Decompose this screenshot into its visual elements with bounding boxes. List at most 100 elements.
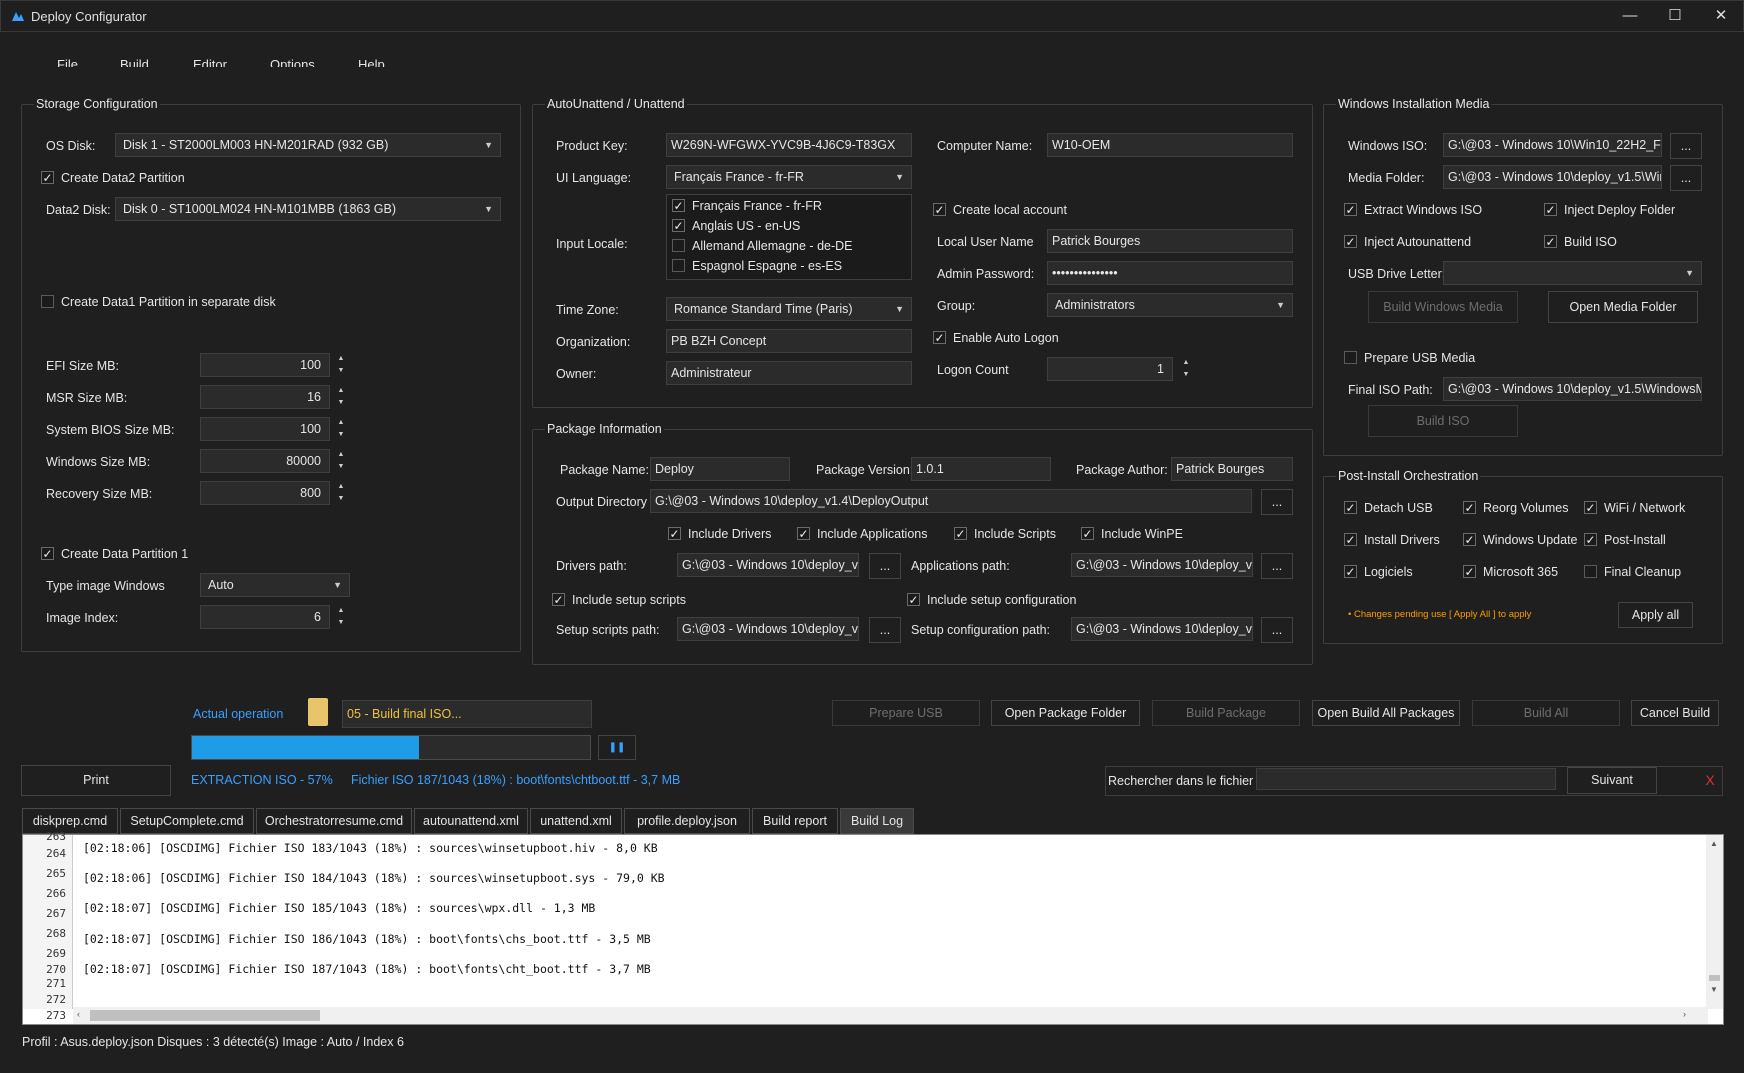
post-logiciels-checkbox[interactable]: ✓ Logiciels xyxy=(1344,565,1413,579)
build-iso-checkbox[interactable]: ✓ Build ISO xyxy=(1544,235,1617,249)
vertical-scroll-thumb[interactable] xyxy=(1709,975,1720,981)
windows-iso-browse-button[interactable]: ... xyxy=(1670,133,1702,159)
create-data1-sep-checkbox[interactable]: Create Data1 Partition in separate disk xyxy=(41,295,276,309)
applications-path-input[interactable]: G:\@03 - Windows 10\deploy_v1.4\Applicat… xyxy=(1071,553,1253,577)
data2-disk-select[interactable]: Disk 0 - ST1000LM024 HN-M101MBB (1863 GB… xyxy=(115,197,501,221)
media-folder-input[interactable]: G:\@03 - Windows 10\deploy_v1.5\WindowsM… xyxy=(1443,165,1662,189)
horizontal-scrollbar[interactable]: ‹ › xyxy=(73,1007,1708,1024)
image-index-input[interactable]: 6 xyxy=(200,605,330,629)
tab-profile[interactable]: profile.deploy.json xyxy=(624,808,750,834)
inject-deploy-checkbox[interactable]: ✓ Inject Deploy Folder xyxy=(1544,203,1675,217)
group-select[interactable]: Administrators ▼ xyxy=(1047,293,1293,317)
horizontal-scroll-thumb[interactable] xyxy=(90,1010,320,1021)
tab-autounattend[interactable]: autounattend.xml xyxy=(414,808,528,834)
prepare-usb-checkbox[interactable]: Prepare USB Media xyxy=(1344,351,1475,365)
include-apps-checkbox[interactable]: ✓ Include Applications xyxy=(797,527,928,541)
post-install-drivers-checkbox[interactable]: ✓ Install Drivers xyxy=(1344,533,1440,547)
tab-orchestratorresume[interactable]: Orchestratorresume.cmd xyxy=(256,808,412,834)
minimize-button[interactable]: — xyxy=(1607,1,1653,31)
setup-scripts-path-input[interactable]: G:\@03 - Windows 10\deploy_v1.4\Scripts xyxy=(677,617,859,641)
windows-size-spinner[interactable]: ▲ ▼ xyxy=(331,449,351,473)
tab-unattend[interactable]: unattend.xml xyxy=(530,808,622,834)
output-directory-browse-button[interactable]: ... xyxy=(1261,489,1293,515)
recovery-spinner[interactable]: ▲ ▼ xyxy=(331,481,351,505)
tab-diskprep[interactable]: diskprep.cmd xyxy=(22,808,118,834)
maximize-button[interactable]: ☐ xyxy=(1652,1,1698,31)
print-button[interactable]: Print xyxy=(21,765,171,796)
package-author-input[interactable]: Patrick Bourges xyxy=(1171,457,1293,481)
post-reorg-volumes-checkbox[interactable]: ✓ Reorg Volumes xyxy=(1463,501,1568,515)
locale-en-checkbox[interactable]: ✓ Anglais US - en-US xyxy=(672,219,800,233)
package-name-input[interactable]: Deploy xyxy=(650,457,790,481)
admin-password-input[interactable]: ••••••••••••••• xyxy=(1047,261,1293,285)
usb-drive-select[interactable]: ▼ xyxy=(1443,261,1702,285)
recovery-input[interactable]: 800 xyxy=(200,481,330,505)
apply-all-button[interactable]: Apply all xyxy=(1618,602,1693,628)
tab-build-log[interactable]: Build Log xyxy=(840,808,914,834)
bios-input[interactable]: 100 xyxy=(200,417,330,441)
msr-spinner[interactable]: ▲ ▼ xyxy=(331,385,351,409)
setup-config-path-input[interactable]: G:\@03 - Windows 10\deploy_v1.4\Config xyxy=(1071,617,1253,641)
extract-iso-checkbox[interactable]: ✓ Extract Windows ISO xyxy=(1344,203,1482,217)
efi-input[interactable]: 100 xyxy=(200,353,330,377)
inject-autounattend-checkbox[interactable]: ✓ Inject Autounattend xyxy=(1344,235,1471,249)
log-editor[interactable]: 263 264 265 266 267 268 269 270 271 272 … xyxy=(22,830,1724,1025)
bios-spinner[interactable]: ▲ ▼ xyxy=(331,417,351,441)
open-build-all-button[interactable]: Open Build All Packages xyxy=(1312,700,1460,726)
logon-count-spinner[interactable]: ▲ ▼ xyxy=(1176,357,1196,381)
image-index-spinner[interactable]: ▲ ▼ xyxy=(331,605,351,629)
open-media-folder-button[interactable]: Open Media Folder xyxy=(1548,291,1698,323)
build-iso-button[interactable]: Build ISO xyxy=(1368,405,1518,437)
cancel-build-button[interactable]: Cancel Build xyxy=(1631,700,1719,726)
locale-fr-checkbox[interactable]: ✓ Français France - fr-FR xyxy=(672,199,822,213)
build-package-button[interactable]: Build Package xyxy=(1152,700,1300,726)
tab-build-report[interactable]: Build report xyxy=(752,808,838,834)
build-all-button[interactable]: Build All xyxy=(1472,700,1620,726)
organization-input[interactable]: PB BZH Concept xyxy=(666,329,912,353)
type-image-select[interactable]: Auto ▼ xyxy=(200,573,350,597)
setup-config-browse-button[interactable]: ... xyxy=(1261,617,1293,643)
drivers-path-browse-button[interactable]: ... xyxy=(869,553,901,579)
post-windows-update-checkbox[interactable]: ✓ Windows Update xyxy=(1463,533,1578,547)
local-user-input[interactable]: Patrick Bourges xyxy=(1047,229,1293,253)
ui-language-select[interactable]: Français France - fr-FR ▼ xyxy=(666,165,912,189)
create-data2-checkbox[interactable]: ✓ Create Data2 Partition xyxy=(41,171,185,185)
include-setup-config-checkbox[interactable]: ✓ Include setup configuration xyxy=(907,593,1076,607)
include-winpe-checkbox[interactable]: ✓ Include WinPE xyxy=(1081,527,1183,541)
include-setup-scripts-checkbox[interactable]: ✓ Include setup scripts xyxy=(552,593,686,607)
applications-path-browse-button[interactable]: ... xyxy=(1261,553,1293,579)
include-drivers-checkbox[interactable]: ✓ Include Drivers xyxy=(668,527,771,541)
auto-logon-checkbox[interactable]: ✓ Enable Auto Logon xyxy=(933,331,1059,345)
product-key-input[interactable]: W269N-WFGWX-YVC9B-4J6C9-T83GX xyxy=(666,133,912,157)
drivers-path-input[interactable]: G:\@03 - Windows 10\deploy_v1.4\Drivers xyxy=(677,553,859,577)
tab-setupcomplete[interactable]: SetupComplete.cmd xyxy=(120,808,254,834)
locale-es-checkbox[interactable]: Espagnol Espagne - es-ES xyxy=(672,259,842,273)
close-button[interactable]: ✕ xyxy=(1698,1,1744,31)
vertical-scrollbar[interactable]: ▲ ▼ xyxy=(1706,835,1723,1009)
open-package-folder-button[interactable]: Open Package Folder xyxy=(991,700,1140,726)
next-button[interactable]: Suivant xyxy=(1567,767,1657,794)
logon-count-input[interactable]: 1 xyxy=(1047,357,1173,381)
media-folder-browse-button[interactable]: ... xyxy=(1670,165,1702,191)
owner-input[interactable]: Administrateur xyxy=(666,361,912,385)
os-disk-select[interactable]: Disk 1 - ST2000LM003 HN-M201RAD (932 GB)… xyxy=(115,133,501,157)
computer-name-input[interactable]: W10-OEM xyxy=(1047,133,1293,157)
output-directory-input[interactable]: G:\@03 - Windows 10\deploy_v1.4\DeployOu… xyxy=(650,489,1252,513)
windows-size-input[interactable]: 80000 xyxy=(200,449,330,473)
efi-spinner[interactable]: ▲ ▼ xyxy=(331,353,351,377)
include-scripts-checkbox[interactable]: ✓ Include Scripts xyxy=(954,527,1056,541)
post-m365-checkbox[interactable]: ✓ Microsoft 365 xyxy=(1463,565,1558,579)
package-version-input[interactable]: 1.0.1 xyxy=(911,457,1051,481)
post-final-cleanup-checkbox[interactable]: Final Cleanup xyxy=(1584,565,1681,579)
setup-scripts-browse-button[interactable]: ... xyxy=(869,617,901,643)
post-detach-usb-checkbox[interactable]: ✓ Detach USB xyxy=(1344,501,1433,515)
time-zone-select[interactable]: Romance Standard Time (Paris) ▼ xyxy=(666,297,912,321)
post-wifi-checkbox[interactable]: ✓ WiFi / Network xyxy=(1584,501,1685,515)
create-data1-checkbox[interactable]: ✓ Create Data Partition 1 xyxy=(41,547,188,561)
post-post-install-checkbox[interactable]: ✓ Post-Install xyxy=(1584,533,1666,547)
prepare-usb-button[interactable]: Prepare USB xyxy=(832,700,980,726)
windows-iso-input[interactable]: G:\@03 - Windows 10\Win10_22H2_French_x6… xyxy=(1443,133,1662,157)
final-iso-input[interactable]: G:\@03 - Windows 10\deploy_v1.5\WindowsM… xyxy=(1443,377,1702,401)
create-local-checkbox[interactable]: ✓ Create local account xyxy=(933,203,1067,217)
build-windows-media-button[interactable]: Build Windows Media xyxy=(1368,291,1518,323)
